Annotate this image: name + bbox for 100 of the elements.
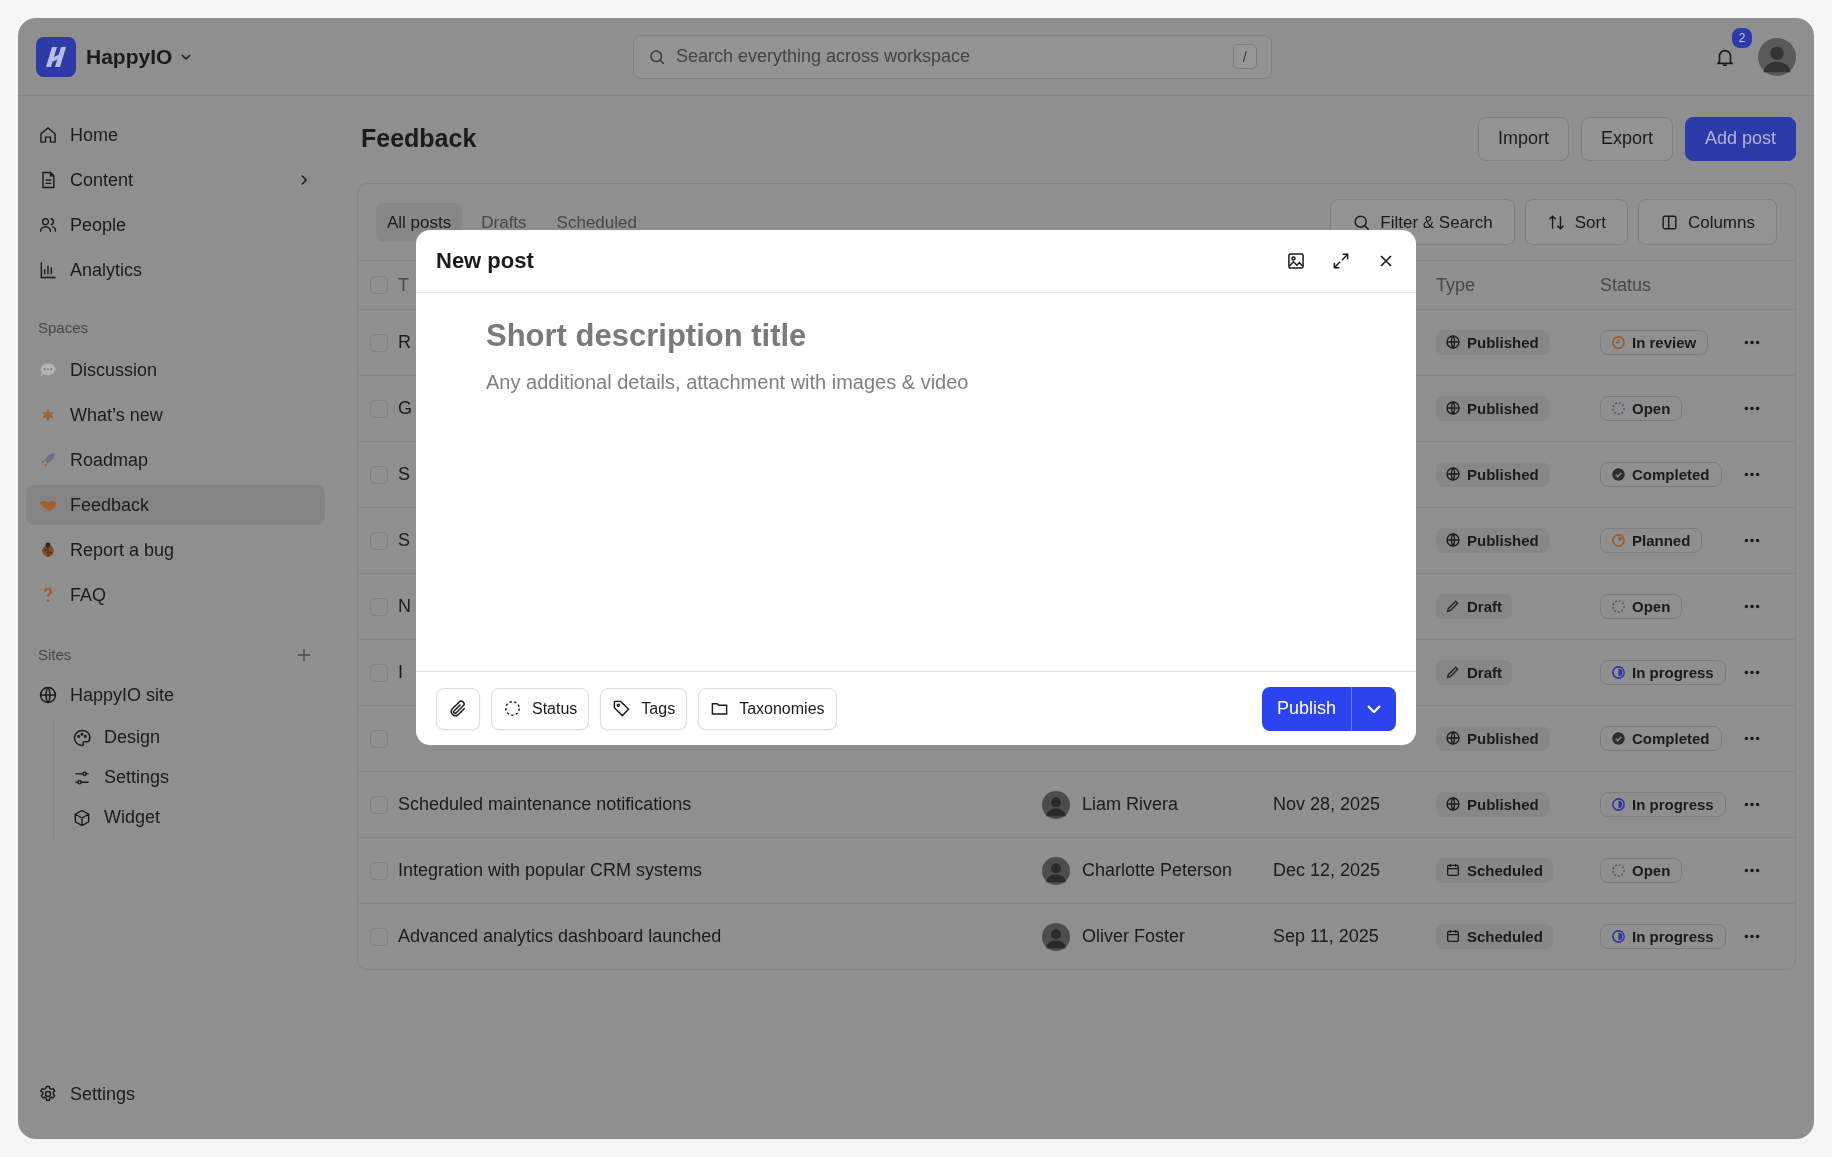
- publish-options-button[interactable]: [1352, 686, 1396, 731]
- dialog-title: New post: [436, 248, 534, 274]
- dashed-circle-icon: [1611, 863, 1626, 878]
- status-tag: In progress: [1600, 660, 1726, 685]
- globe-icon: [1445, 796, 1461, 813]
- status-tag: In review: [1600, 330, 1709, 355]
- workspace-switcher[interactable]: HappyIO: [86, 44, 195, 69]
- action-button[interactable]: Import: [1477, 116, 1569, 161]
- avatar: [1042, 856, 1070, 885]
- nav-item[interactable]: People: [26, 205, 325, 245]
- home-icon: [38, 125, 58, 145]
- nav-item[interactable]: HappyIO site: [26, 675, 325, 715]
- toolbar-button[interactable]: Sort: [1524, 199, 1628, 245]
- attach-button[interactable]: [436, 687, 480, 730]
- post-title: S: [398, 530, 410, 550]
- check-circle-icon: [1611, 731, 1626, 746]
- avatar[interactable]: [1758, 37, 1796, 76]
- type-tag: Published: [1436, 329, 1549, 355]
- type-tag: Published: [1436, 395, 1549, 421]
- nav-item[interactable]: Settings: [26, 1074, 325, 1114]
- nav-item[interactable]: Report a bug: [26, 530, 325, 570]
- tab[interactable]: Drafts: [470, 202, 538, 242]
- more-icon[interactable]: [1744, 736, 1760, 741]
- dialog-tool-button[interactable]: Tags: [600, 687, 688, 730]
- half-circle-icon: [1611, 929, 1626, 944]
- nav-item[interactable]: Feedback: [26, 485, 325, 525]
- people-icon: [38, 215, 58, 235]
- section-label: Spaces: [37, 319, 90, 336]
- more-icon[interactable]: [1744, 604, 1760, 609]
- type-tag: Published: [1436, 527, 1549, 553]
- search-input[interactable]: Search everything across workspace: [674, 45, 1225, 68]
- nav-item[interactable]: FAQ: [26, 575, 325, 615]
- nav-item[interactable]: Discussion: [26, 350, 325, 390]
- half-circle-icon: [1611, 797, 1626, 812]
- more-icon[interactable]: [1744, 868, 1760, 873]
- action-button[interactable]: Export: [1580, 116, 1673, 161]
- more-icon[interactable]: [1744, 406, 1760, 411]
- nav-item[interactable]: Roadmap: [26, 440, 325, 480]
- globe-icon: [1445, 400, 1461, 417]
- rocket-icon: [38, 450, 58, 470]
- more-icon[interactable]: [1744, 802, 1760, 807]
- search-field[interactable]: Search everything across workspace /: [633, 34, 1272, 79]
- image-icon[interactable]: [1286, 251, 1306, 271]
- type-tag: Published: [1436, 461, 1549, 487]
- post-title: G: [398, 398, 412, 418]
- globe-icon: [1445, 466, 1461, 483]
- more-icon[interactable]: [1744, 670, 1760, 675]
- post-title: Scheduled maintenance notifications: [398, 794, 692, 814]
- status-tag: Completed: [1600, 462, 1722, 487]
- section-label: Sites: [37, 646, 73, 663]
- status-tag: Planned: [1600, 528, 1703, 553]
- more-icon[interactable]: [1744, 934, 1760, 939]
- tag-icon: [612, 699, 632, 718]
- nav-item[interactable]: Content: [26, 160, 325, 200]
- status-tag: Open: [1600, 858, 1683, 883]
- more-icon[interactable]: [1744, 538, 1760, 543]
- nav-item[interactable]: Widget: [66, 800, 325, 835]
- column-header: Type: [1436, 274, 1477, 296]
- expand-icon[interactable]: [1331, 251, 1351, 271]
- dashed-circle-icon: [1611, 401, 1626, 416]
- toolbar-button[interactable]: Columns: [1637, 199, 1777, 245]
- author-name: Charlotte Peterson: [1082, 860, 1233, 881]
- globe-icon: [38, 685, 58, 705]
- cube-icon: [72, 807, 92, 828]
- more-icon[interactable]: [1744, 340, 1760, 345]
- type-tag: Published: [1436, 791, 1549, 817]
- dashed-circle-icon: [503, 699, 522, 718]
- pencil-icon: [1445, 664, 1461, 681]
- logo-icon: [36, 36, 76, 77]
- post-title: I: [398, 662, 403, 682]
- add-button[interactable]: Add post: [1684, 116, 1796, 161]
- post-title: Advanced analytics dashboard launched: [398, 926, 722, 946]
- nav-item[interactable]: Home: [26, 115, 325, 155]
- column-header: T: [398, 274, 410, 296]
- more-icon[interactable]: [1744, 472, 1760, 477]
- check-circle-icon: [1611, 467, 1626, 482]
- author-name: Liam Rivera: [1082, 794, 1179, 815]
- status-tag: Completed: [1600, 726, 1722, 751]
- status-tag: Open: [1600, 396, 1683, 421]
- avatar: [1042, 922, 1070, 951]
- post-title: Integration with popular CRM systems: [398, 860, 703, 880]
- clock-icon: [1611, 335, 1626, 350]
- type-tag: Published: [1436, 725, 1549, 751]
- nav-item[interactable]: Settings: [66, 760, 325, 795]
- dialog-tool-button[interactable]: Status: [491, 687, 590, 730]
- nav-item[interactable]: What’s new: [26, 395, 325, 435]
- status-tag: In progress: [1600, 924, 1726, 949]
- post-title: S: [398, 464, 410, 484]
- columns-icon: [1659, 212, 1679, 232]
- tab[interactable]: Scheduled: [545, 202, 648, 242]
- publish-button[interactable]: Publish: [1261, 686, 1352, 731]
- settings-icon: [38, 1084, 58, 1104]
- shortcut-key: /: [1232, 44, 1257, 69]
- chevron-down-icon: [1367, 704, 1381, 713]
- pencil-icon: [1445, 598, 1461, 615]
- nav-item[interactable]: Analytics: [26, 250, 325, 290]
- nav-item[interactable]: Design: [66, 720, 325, 755]
- notification-count: 2: [1730, 25, 1754, 50]
- search-icon: [1352, 212, 1372, 232]
- dialog-tool-button[interactable]: Taxonomies: [698, 687, 837, 730]
